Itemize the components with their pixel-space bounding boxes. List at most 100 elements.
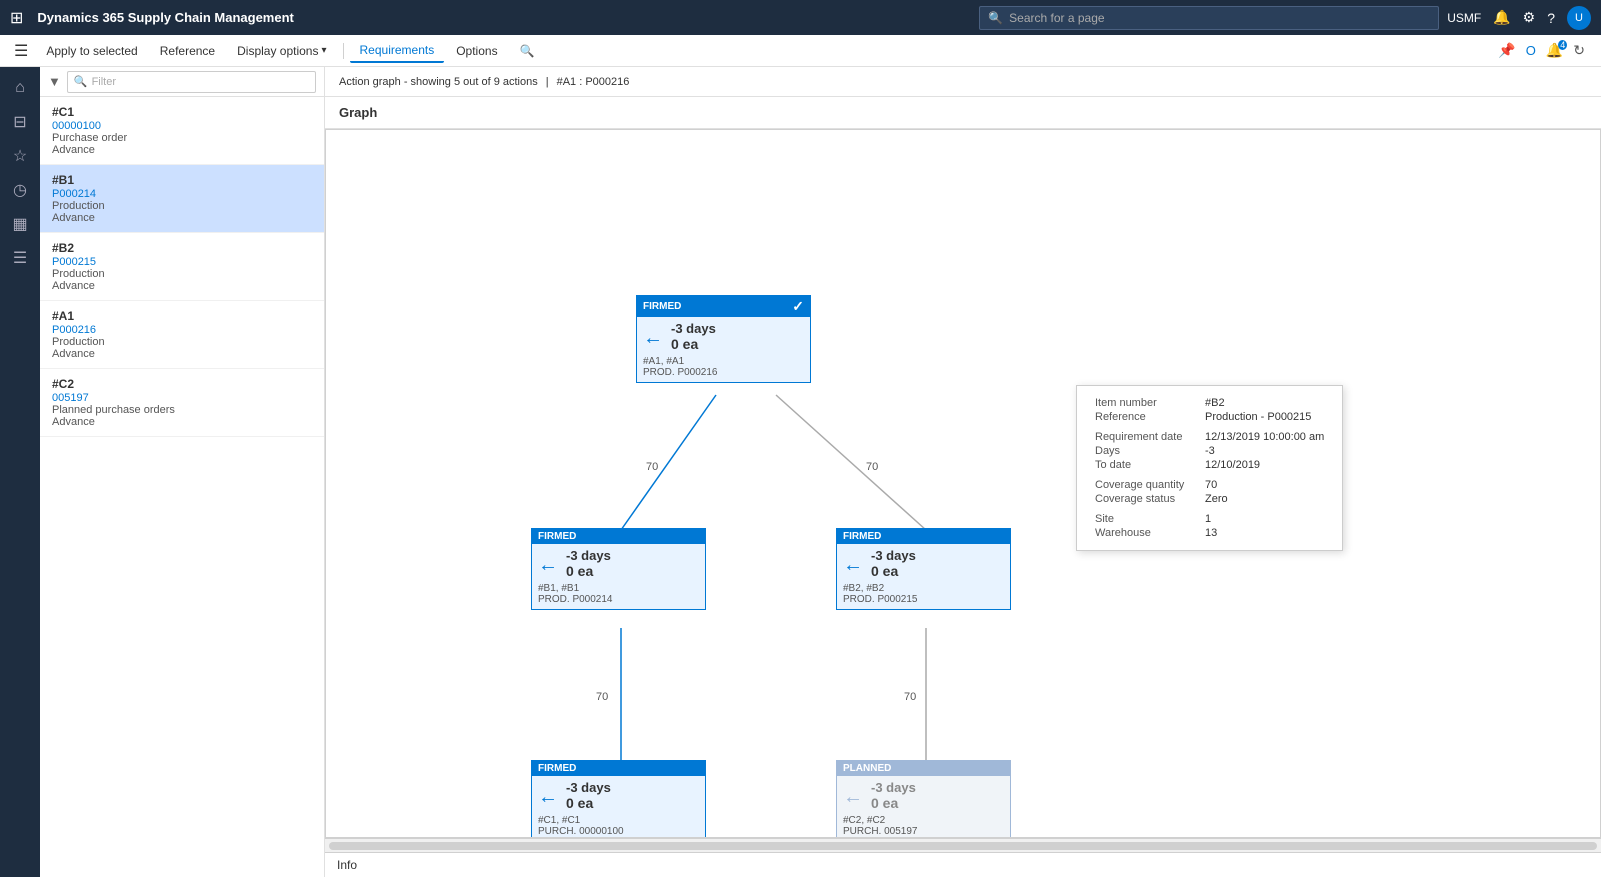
requirements-tab[interactable]: Requirements (350, 39, 445, 63)
sidebar-icon-favorites[interactable]: ☆ (4, 141, 36, 171)
options-tab[interactable]: Options (446, 40, 507, 62)
user-label: USMF (1447, 11, 1481, 25)
node-c2-header: PLANNED (837, 761, 1010, 776)
refresh-icon[interactable]: ↻ (1573, 42, 1585, 59)
node-b2-status: FIRMED (843, 531, 881, 542)
graph-ref: #A1 : P000216 (557, 76, 630, 88)
node-c2-ref1: #C2, #C2 (843, 815, 1004, 826)
notification-icon[interactable]: 🔔 (1493, 9, 1510, 26)
info-popup: Item number #B2 Reference Production - P… (1076, 385, 1343, 551)
pin-icon[interactable]: 📌 (1498, 42, 1515, 59)
search-icon: 🔍 (988, 11, 1003, 25)
left-panel: ▼ 🔍 Filter #C1 00000100 Purchase order A… (40, 67, 325, 877)
node-c1-ref2: PURCH. 00000100 (538, 826, 699, 837)
to-date-value: 12/10/2019 (1201, 458, 1328, 472)
nav-item-c1-code: 00000100 (52, 120, 312, 132)
full-layout: ⌂ ⊟ ☆ ◷ ▦ ☰ ▼ 🔍 Filter #C1 00000100 Purc… (0, 67, 1601, 877)
warehouse-value: 13 (1201, 526, 1328, 540)
node-b2-body: ← -3 days 0 ea #B2, #B2 PROD. P000215 (837, 544, 1010, 609)
nav-item-c1-id: #C1 (52, 105, 312, 119)
filter-placeholder: Filter (92, 76, 116, 88)
node-c2[interactable]: PLANNED ← -3 days 0 ea #C2, #C2 PURCH. 0… (836, 760, 1011, 838)
display-options-button[interactable]: Display options ▾ (227, 40, 336, 62)
node-b2-refs: #B2, #B2 PROD. P000215 (843, 583, 1004, 605)
node-c2-status: PLANNED (843, 763, 891, 774)
avatar-icon[interactable]: U (1567, 6, 1591, 30)
nav-item-c2-code: 005197 (52, 392, 312, 404)
node-b1[interactable]: FIRMED ← -3 days 0 ea #B1, #B1 PROD. P00… (531, 528, 706, 610)
nav-item-c2-tag: Advance (52, 416, 312, 428)
sidebar-icon-workspaces[interactable]: ▦ (4, 209, 36, 239)
graph-header: Action graph - showing 5 out of 9 action… (325, 67, 1601, 97)
action-bar: ☰ Apply to selected Reference Display op… (0, 35, 1601, 67)
node-a1-ref2: PROD. P000216 (643, 367, 804, 378)
nav-item-b1-type: Production (52, 200, 312, 212)
sidebar-icon-filter[interactable]: ⊟ (4, 107, 36, 137)
sidebar-icon-home[interactable]: ⌂ (4, 73, 36, 103)
node-b1-body: ← -3 days 0 ea #B1, #B1 PROD. P000214 (532, 544, 705, 609)
office-icon[interactable]: O (1526, 43, 1536, 58)
node-b1-refs: #B1, #B1 PROD. P000214 (538, 583, 699, 605)
h-scroll-bar[interactable] (325, 838, 1601, 852)
reference-button[interactable]: Reference (150, 40, 225, 62)
nav-item-b2-type: Production (52, 268, 312, 280)
node-a1[interactable]: FIRMED ✓ ← -3 days 0 ea #A1, #A1 PROD. P… (636, 295, 811, 383)
filter-input[interactable]: 🔍 Filter (67, 71, 316, 93)
bottom-bar: Info (325, 852, 1601, 877)
node-a1-ea: 0 ea (643, 336, 804, 352)
graph-canvas[interactable]: 70 70 70 70 FIRMED ✓ ← -3 days 0 ea #A1,… (325, 129, 1601, 838)
node-a1-ref1: #A1, #A1 (643, 356, 804, 367)
node-c1-body: ← -3 days 0 ea #C1, #C1 PURCH. 00000100 (532, 776, 705, 838)
nav-item-a1-code: P000216 (52, 324, 312, 336)
warehouse-label: Warehouse (1091, 526, 1201, 540)
node-a1-days: -3 days (643, 321, 804, 336)
settings-icon[interactable]: ⚙ (1523, 9, 1536, 26)
node-b2-ref2: PROD. P000215 (843, 594, 1004, 605)
search-icon-action[interactable]: 🔍 (510, 40, 545, 62)
req-date-value: 12/13/2019 10:00:00 am (1201, 430, 1328, 444)
nav-item-c2[interactable]: #C2 005197 Planned purchase orders Advan… (40, 369, 324, 437)
help-icon[interactable]: ? (1547, 10, 1555, 26)
node-b2-ref1: #B2, #B2 (843, 583, 1004, 594)
nav-item-a1-type: Production (52, 336, 312, 348)
item-number-value: #B2 (1201, 396, 1328, 410)
graph-separator: | (546, 76, 549, 88)
node-c1-refs: #C1, #C1 PURCH. 00000100 (538, 815, 699, 837)
nav-item-c1[interactable]: #C1 00000100 Purchase order Advance (40, 97, 324, 165)
node-b1-ref2: PROD. P000214 (538, 594, 699, 605)
sidebar-icon-modules[interactable]: ☰ (4, 243, 36, 273)
node-b1-ea: 0 ea (538, 563, 699, 579)
top-nav-bar: ⊞ Dynamics 365 Supply Chain Management 🔍… (0, 0, 1601, 35)
node-c1[interactable]: FIRMED ← -3 days 0 ea #C1, #C1 PURCH. 00… (531, 760, 706, 838)
item-number-label: Item number (1091, 396, 1201, 410)
node-b1-header: FIRMED (532, 529, 705, 544)
node-a1-refs: #A1, #A1 PROD. P000216 (643, 356, 804, 378)
notification-badge-icon[interactable]: 🔔4 (1546, 42, 1563, 59)
sidebar-icon-recent[interactable]: ◷ (4, 175, 36, 205)
search-placeholder: Search for a page (1009, 11, 1104, 25)
svg-text:70: 70 (646, 461, 658, 473)
node-c1-ref1: #C1, #C1 (538, 815, 699, 826)
nav-item-a1[interactable]: #A1 P000216 Production Advance (40, 301, 324, 369)
node-b2-header: FIRMED (837, 529, 1010, 544)
node-a1-body: ← -3 days 0 ea #A1, #A1 PROD. P000216 (637, 317, 810, 382)
node-b2[interactable]: FIRMED ← -3 days 0 ea #B2, #B2 PROD. P00… (836, 528, 1011, 610)
nav-item-b1[interactable]: #B1 P000214 Production Advance (40, 165, 324, 233)
filter-icon[interactable]: ▼ (48, 74, 61, 89)
top-nav-icons: USMF 🔔 ⚙ ? U (1447, 6, 1591, 30)
info-popup-table: Item number #B2 Reference Production - P… (1091, 396, 1328, 540)
waffle-icon[interactable]: ⊞ (10, 8, 23, 28)
nav-item-a1-id: #A1 (52, 309, 312, 323)
search-box[interactable]: 🔍 Search for a page (979, 6, 1439, 30)
menu-toggle-icon[interactable]: ☰ (8, 37, 34, 65)
graph-section-label: Graph (325, 97, 1601, 129)
nav-item-b2[interactable]: #B2 P000215 Production Advance (40, 233, 324, 301)
svg-text:70: 70 (904, 691, 916, 703)
apply-to-selected-button[interactable]: Apply to selected (36, 40, 147, 62)
nav-item-b1-tag: Advance (52, 212, 312, 224)
nav-item-c1-tag: Advance (52, 144, 312, 156)
left-sidebar: ⌂ ⊟ ☆ ◷ ▦ ☰ (0, 67, 40, 877)
coverage-qty-value: 70 (1201, 478, 1328, 492)
graph-svg: 70 70 70 70 (326, 130, 1600, 837)
app-title: Dynamics 365 Supply Chain Management (37, 10, 971, 25)
